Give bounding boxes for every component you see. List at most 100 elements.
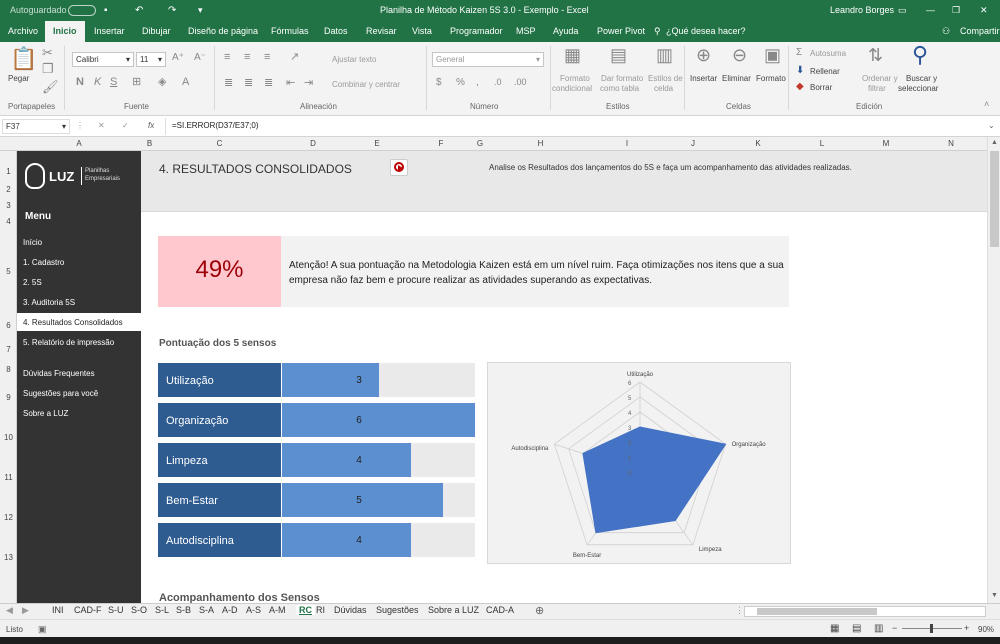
align-top-icon[interactable]: ≡ — [224, 52, 230, 63]
zoom-in-icon[interactable]: + — [964, 623, 969, 633]
align-left-icon[interactable]: ≣ — [224, 78, 233, 89]
tab-insertar[interactable]: Insertar — [94, 26, 125, 36]
tab-vista[interactable]: Vista — [412, 26, 432, 36]
tab-dibujar[interactable]: Dibujar — [142, 26, 171, 36]
sort-filter-icon[interactable]: ⇅ — [868, 46, 883, 64]
row-header[interactable]: 9 — [0, 393, 17, 402]
align-right-icon[interactable]: ≣ — [264, 78, 273, 89]
align-middle-icon[interactable]: ≡ — [244, 52, 250, 63]
page-break-view-icon[interactable]: ▥ — [874, 623, 883, 634]
conditional-format-button[interactable]: Formato — [560, 74, 590, 83]
shrink-font-icon[interactable]: A⁻ — [194, 53, 206, 63]
column-header[interactable]: C — [158, 139, 281, 148]
sidebar-item-auditoria[interactable]: 3. Auditoria 5S — [23, 298, 75, 307]
zoom-slider-thumb[interactable] — [930, 624, 933, 633]
sidebar-item-resultados[interactable]: 4. Resultados Consolidados — [23, 318, 123, 327]
sheet-tab-active[interactable]: RC — [296, 605, 315, 615]
number-format-select[interactable]: General ▾ — [432, 52, 544, 67]
paste-button[interactable]: Pegar — [8, 74, 29, 83]
autosum-button[interactable]: Autosuma — [810, 49, 846, 58]
sheet-tab[interactable]: S-L — [155, 605, 169, 615]
h-scroll-thumb[interactable] — [757, 608, 877, 615]
column-header[interactable]: M — [854, 139, 918, 148]
zoom-level[interactable]: 90% — [978, 625, 994, 634]
sheet-tab[interactable]: S-O — [131, 605, 147, 615]
formula-input[interactable]: =SI.ERROR(D37/E37;0) — [172, 121, 258, 130]
restore-icon[interactable]: ❐ — [952, 5, 960, 16]
enter-icon[interactable]: ✓ — [122, 121, 129, 130]
tab-ayuda[interactable]: Ayuda — [553, 26, 578, 36]
row-header[interactable]: 3 — [0, 201, 17, 210]
column-header[interactable]: J — [660, 139, 726, 148]
column-header[interactable]: I — [594, 139, 660, 148]
row-header[interactable]: 12 — [0, 513, 17, 522]
decrease-indent-icon[interactable]: ⇤ — [286, 78, 295, 89]
find-select-button[interactable]: Buscar y — [906, 74, 937, 83]
column-header[interactable]: D — [281, 139, 345, 148]
comma-icon[interactable]: , — [476, 78, 479, 88]
tab-split-icon[interactable]: ⋮ — [735, 605, 744, 616]
increase-indent-icon[interactable]: ⇥ — [304, 78, 313, 89]
font-color-icon[interactable]: A — [182, 77, 189, 88]
sheet-tab[interactable]: Sugestões — [376, 605, 419, 615]
column-header[interactable]: G — [473, 139, 487, 148]
format-painter-icon[interactable]: 🖌 — [42, 80, 59, 93]
share-button[interactable]: Compartir — [960, 26, 1000, 36]
paste-icon[interactable]: 📋 — [10, 48, 37, 70]
close-icon[interactable]: ✕ — [980, 5, 988, 16]
horizontal-scrollbar[interactable] — [744, 606, 986, 617]
sheet-tab[interactable]: A-M — [269, 605, 286, 615]
cell-styles-button[interactable]: Estilos de — [648, 74, 683, 83]
column-header[interactable]: A — [17, 139, 141, 148]
increase-decimal-icon[interactable]: .0 — [494, 78, 502, 87]
delete-cells-icon[interactable]: ⊖ — [732, 46, 747, 64]
sheet-tab[interactable]: S-B — [176, 605, 191, 615]
bold-icon[interactable]: N — [76, 77, 84, 88]
column-header[interactable]: K — [726, 139, 790, 148]
copy-icon[interactable]: ❐ — [42, 62, 54, 75]
row-header[interactable]: 1 — [0, 167, 17, 176]
minimize-icon[interactable]: — — [926, 5, 935, 15]
row-header[interactable]: 11 — [0, 473, 17, 482]
currency-icon[interactable]: $ — [436, 78, 442, 88]
clear-button[interactable]: Borrar — [810, 83, 832, 92]
column-header[interactable]: N — [918, 139, 984, 148]
sheet-tab[interactable]: INI — [52, 605, 64, 615]
fill-button[interactable]: Rellenar — [810, 67, 840, 76]
delete-cells-button[interactable]: Eliminar — [722, 74, 751, 83]
column-header[interactable]: H — [487, 139, 594, 148]
fill-color-icon[interactable]: ◈ — [158, 77, 166, 88]
conditional-format-icon[interactable]: ▦ — [564, 46, 581, 64]
sheet-tab[interactable]: A-D — [222, 605, 238, 615]
radar-chart[interactable]: 0 1 2 3 4 5 6 Utilização Organização Limpeza Bem-E… — [487, 362, 791, 564]
expand-formula-icon[interactable]: ⌄ — [988, 121, 995, 130]
sidebar-item-cadastro[interactable]: 1. Cadastro — [23, 258, 64, 267]
sidebar-item-relatorio[interactable]: 5. Relatório de impressão — [23, 338, 114, 347]
format-cells-icon[interactable]: ▣ — [764, 46, 781, 64]
sort-filter-button[interactable]: Ordenar y — [862, 74, 898, 83]
scroll-thumb[interactable] — [990, 151, 999, 247]
orientation-icon[interactable]: ↗ — [290, 52, 299, 63]
page-layout-view-icon[interactable]: ▤ — [852, 623, 861, 634]
tab-archivo[interactable]: Archivo — [8, 26, 38, 36]
insert-cells-icon[interactable]: ⊕ — [696, 46, 711, 64]
redo-icon[interactable]: ↷ — [168, 5, 176, 16]
tab-diseno[interactable]: Diseño de página — [188, 26, 258, 36]
format-cells-button[interactable]: Formato — [756, 74, 786, 83]
tab-inicio[interactable]: Inicio — [45, 21, 85, 42]
row-header[interactable]: 10 — [0, 433, 17, 442]
sidebar-item-5s[interactable]: 2. 5S — [23, 278, 42, 287]
row-header[interactable]: 7 — [0, 345, 17, 354]
tab-scroll-right-icon[interactable]: ▶ — [22, 605, 29, 616]
ribbon-display-icon[interactable]: ▭ — [898, 5, 907, 16]
underline-icon[interactable]: S — [110, 77, 117, 88]
sheet-tab[interactable]: A-S — [246, 605, 261, 615]
tell-me-input[interactable]: ¿Qué desea hacer? — [666, 26, 746, 36]
undo-icon[interactable]: ↶ — [135, 5, 143, 16]
format-table-icon[interactable]: ▤ — [610, 46, 627, 64]
tab-formulas[interactable]: Fórmulas — [271, 26, 309, 36]
user-name[interactable]: Leandro Borges — [830, 5, 894, 15]
autosave-toggle[interactable] — [68, 5, 96, 16]
merge-center-button[interactable]: Combinar y centrar — [332, 80, 400, 89]
sidebar-item-inicio[interactable]: Início — [23, 238, 42, 247]
